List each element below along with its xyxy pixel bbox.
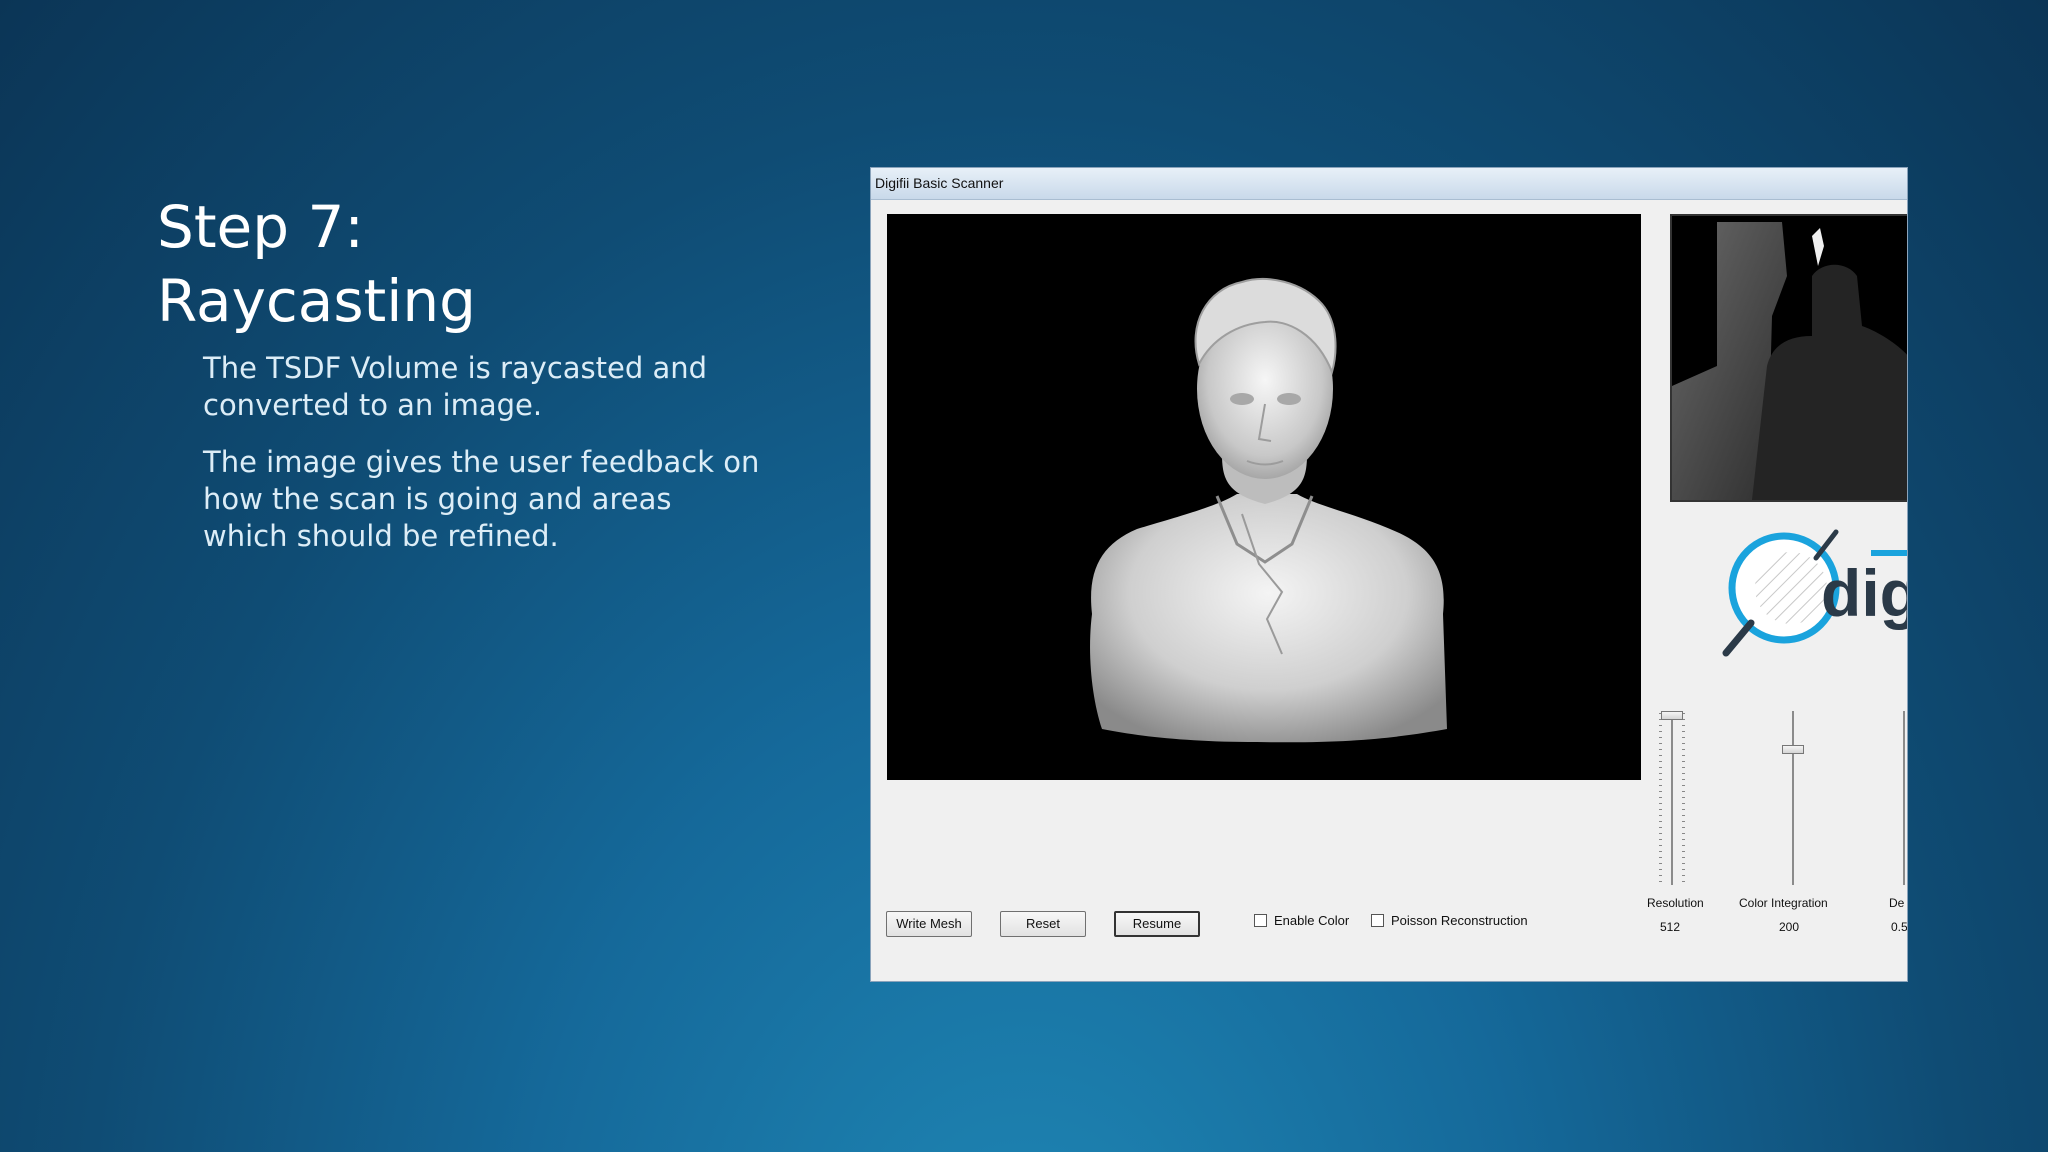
- window-title: Digifii Basic Scanner: [875, 175, 1004, 191]
- slider-thumb[interactable]: [1661, 711, 1683, 720]
- logo-text: dig: [1821, 556, 1908, 630]
- raycast-view[interactable]: [887, 214, 1641, 780]
- logo-mark: dig: [1722, 529, 1908, 657]
- enable-color-checkbox[interactable]: Enable Color: [1254, 913, 1349, 928]
- checkbox-box[interactable]: [1371, 914, 1384, 927]
- resolution-label: Resolution: [1647, 896, 1704, 910]
- slider-track: [1792, 711, 1794, 885]
- slider-thumb[interactable]: [1782, 745, 1804, 754]
- bullet-text: The TSDF Volume is raycasted and convert…: [203, 351, 708, 422]
- window-titlebar[interactable]: Digifii Basic Scanner: [871, 168, 1907, 200]
- depth-value: 0.5: [1891, 920, 1908, 934]
- checkbox-box[interactable]: [1254, 914, 1267, 927]
- scanned-bust-image: [1090, 278, 1447, 743]
- slide-title-line2: Raycasting: [157, 267, 476, 335]
- scanner-window: Digifii Basic Scanner di Write Mesh Rese…: [870, 167, 1908, 982]
- reset-button[interactable]: Reset: [1000, 911, 1086, 937]
- slider-track: [1903, 711, 1905, 885]
- depth-label: De: [1889, 896, 1905, 910]
- slider-ticks: [1682, 713, 1685, 883]
- poisson-reconstruction-checkbox[interactable]: Poisson Reconstruction: [1371, 913, 1528, 928]
- resolution-value: 512: [1660, 920, 1681, 934]
- color-integration-slider[interactable]: [1778, 711, 1808, 885]
- slider-ticks: [1659, 713, 1662, 883]
- resume-button[interactable]: Resume: [1114, 911, 1200, 937]
- depth-slider[interactable]: [1889, 711, 1907, 885]
- slide-title-line1: Step 7:: [157, 193, 364, 261]
- color-integration-value: 200: [1779, 920, 1800, 934]
- poisson-reconstruction-label: Poisson Reconstruction: [1391, 913, 1528, 928]
- bullet-text: The image gives the user feedback on how…: [203, 445, 760, 553]
- slider-track: [1671, 711, 1673, 885]
- slide-title: Step 7: Raycasting: [157, 190, 757, 338]
- depth-preview: [1670, 214, 1907, 502]
- depth-image: [1672, 216, 1907, 500]
- resolution-slider[interactable]: [1657, 711, 1687, 885]
- digifii-logo: dig: [1721, 518, 1908, 668]
- color-integration-label: Color Integration: [1739, 896, 1828, 910]
- write-mesh-button[interactable]: Write Mesh: [886, 911, 972, 937]
- enable-color-label: Enable Color: [1274, 913, 1350, 928]
- slide-bullets: The TSDF Volume is raycasted and convert…: [203, 350, 763, 575]
